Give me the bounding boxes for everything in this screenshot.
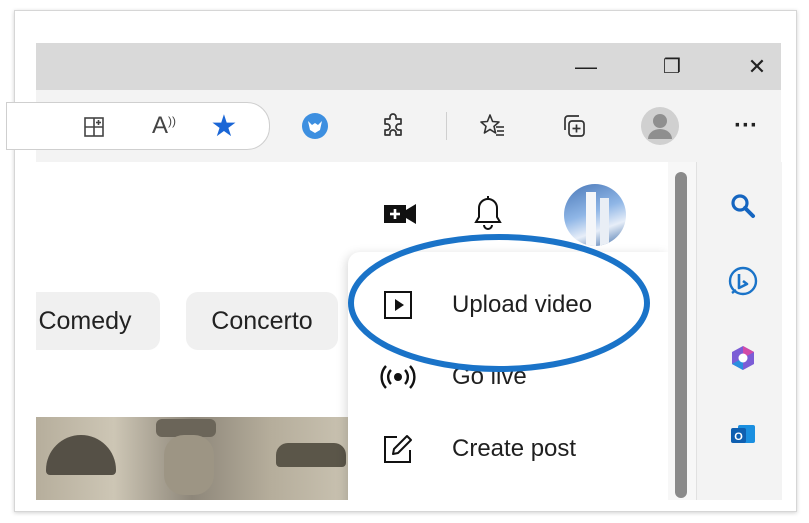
address-bar[interactable]: A)) ★	[6, 102, 270, 150]
chip-concerto[interactable]: Concerto	[186, 292, 338, 350]
extensions-icon[interactable]	[378, 110, 410, 142]
edge-sidebar: O	[696, 162, 782, 500]
more-options-icon[interactable]: ···	[726, 110, 766, 142]
highlight-ellipse	[348, 234, 650, 372]
page-scrollbar[interactable]	[668, 162, 696, 500]
office-icon[interactable]	[727, 342, 759, 374]
extension-fox-icon[interactable]	[299, 110, 331, 142]
toolbar-divider	[446, 112, 447, 140]
app-available-icon[interactable]	[79, 112, 109, 142]
browser-toolbar: A)) ★ ···	[6, 90, 781, 163]
restore-button[interactable]: ❐	[642, 43, 702, 90]
svg-text:O: O	[734, 431, 743, 443]
scrollbar-thumb[interactable]	[675, 172, 687, 498]
outlook-icon[interactable]: O	[727, 418, 759, 450]
close-icon: ✕	[747, 53, 767, 79]
favorites-icon[interactable]	[476, 110, 508, 142]
read-aloud-icon[interactable]: A))	[147, 111, 181, 141]
create-post-label: Create post	[452, 435, 577, 462]
edit-square-icon	[378, 429, 418, 469]
favorite-star-icon[interactable]: ★	[207, 109, 241, 143]
close-button[interactable]: ✕	[727, 43, 787, 90]
profile-avatar[interactable]	[638, 104, 682, 148]
bing-chat-icon[interactable]	[727, 266, 759, 298]
browser-title-bar: — ❐ ✕	[36, 43, 781, 90]
minimize-button[interactable]: —	[556, 43, 616, 90]
page-content: Comedy Concerto Upload video Go live Cre…	[36, 162, 668, 500]
minimize-icon: —	[575, 53, 597, 79]
search-icon[interactable]	[727, 190, 759, 222]
collections-icon[interactable]	[558, 110, 590, 142]
video-thumbnail[interactable]	[36, 417, 348, 500]
restore-icon: ❐	[663, 56, 681, 78]
chip-comedy[interactable]: Comedy	[36, 292, 160, 350]
menu-item-create-post[interactable]: Create post	[348, 413, 668, 485]
